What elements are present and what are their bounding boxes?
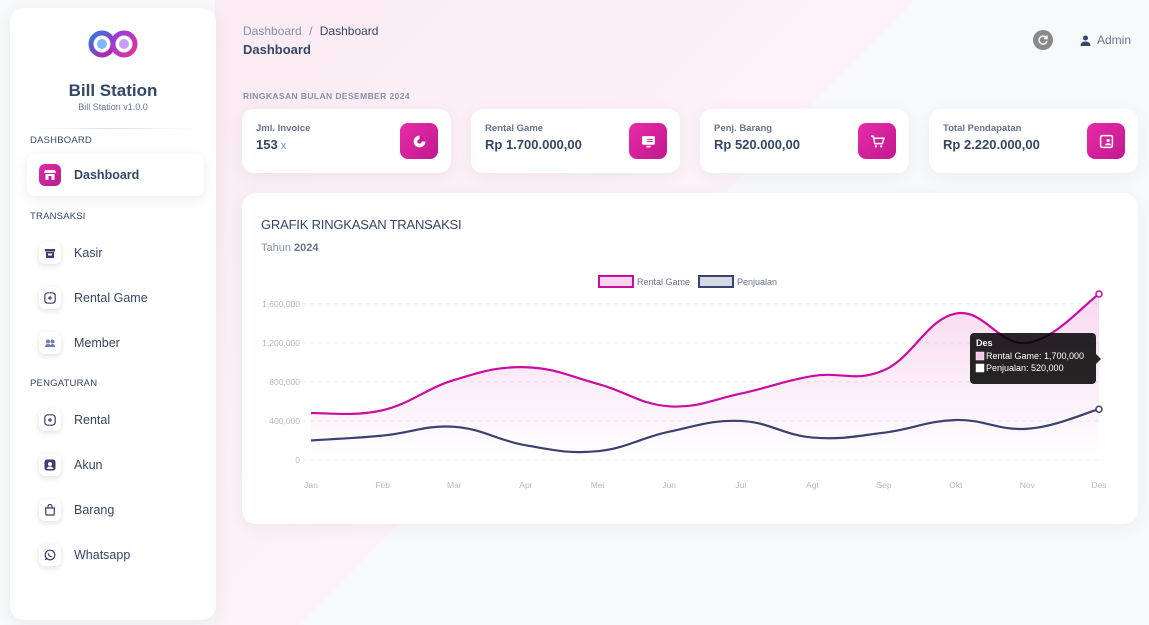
y-tick-label: 1,600,000: [262, 299, 300, 309]
x-tick-label: Apr: [519, 480, 532, 490]
legend-label: Rental Game: [637, 277, 690, 287]
x-tick-label: Feb: [375, 480, 390, 490]
sidebar-item-dashboard[interactable]: Dashboard: [27, 154, 204, 196]
x-tick-label: Okt: [949, 480, 963, 490]
stat-card-value: Rp 520.000,00: [714, 137, 801, 152]
tooltip-title: Des: [976, 338, 993, 348]
user-circle-icon: [39, 454, 61, 476]
page-title: Dashboard: [243, 42, 311, 57]
x-tick-label: Sep: [877, 480, 892, 490]
sidebar-item-label: Whatsapp: [74, 548, 131, 562]
sidebar-item-rental[interactable]: Rental: [27, 399, 204, 441]
stat-card-label: Rental Game: [485, 123, 544, 134]
y-tick-label: 800,000: [269, 377, 300, 387]
refresh-icon: [1038, 35, 1048, 45]
breadcrumb-separator: /: [309, 24, 313, 38]
x-tick-label: Nov: [1020, 480, 1036, 490]
stat-card-label: Penj. Barang: [714, 123, 773, 134]
stat-card-total-pendapatan: Total Pendapatan Rp 2.220.000,00: [929, 109, 1138, 173]
x-tick-label: Mar: [447, 480, 462, 490]
data-point: [1095, 405, 1103, 413]
legend-swatch: [698, 275, 734, 288]
sidebar-item-label: Akun: [74, 458, 103, 472]
brand-subtitle: Bill Station v1.0.0: [78, 102, 148, 112]
breadcrumb-current: Dashboard: [319, 24, 379, 38]
tooltip-line: Penjualan: 520,000: [986, 363, 1064, 373]
stat-card-value: Rp 1.700.000,00: [485, 137, 582, 152]
y-tick-label: 1,200,000: [262, 338, 300, 348]
user-menu[interactable]: Admin: [1080, 33, 1131, 47]
section-label-dashboard: DASHBOARD: [30, 135, 92, 146]
stat-card-penj-barang: Penj. Barang Rp 520.000,00: [700, 109, 909, 173]
x-tick-label: Des: [1091, 480, 1106, 490]
transaction-line-chart: 0 400,000 800,000 1,200,000 1,600,000 Jan Feb M…: [262, 275, 1107, 490]
member-icon: [39, 332, 61, 354]
stat-card-unit: x: [280, 140, 287, 152]
tooltip-swatch: [975, 351, 985, 361]
wallet-icon: [1087, 123, 1125, 159]
sidebar-item-label: Dashboard: [74, 168, 140, 182]
section-label-transaksi: TRANSAKSI: [30, 211, 86, 222]
brand-logo-icon: [88, 30, 138, 58]
sidebar-item-label: Barang: [74, 503, 115, 517]
breadcrumb: Dashboard / Dashboard: [243, 24, 378, 38]
stat-card-value: Rp 2.220.000,00: [943, 137, 1040, 152]
sidebar-item-label: Kasir: [74, 246, 103, 260]
refresh-button[interactable]: [1033, 30, 1053, 50]
sidebar-item-label: Rental Game: [74, 291, 148, 305]
brand-title: Bill Station: [68, 81, 158, 100]
whatsapp-icon: [39, 544, 61, 566]
chart-pie-icon: [400, 123, 438, 159]
sidebar-item-whatsapp[interactable]: Whatsapp: [27, 534, 204, 576]
x-tick-label: Jan: [304, 480, 318, 490]
data-point: [1095, 290, 1103, 298]
x-tick-label: Jun: [662, 480, 676, 490]
y-tick-label: 0: [295, 455, 300, 465]
x-tick-label: Mei: [591, 480, 605, 490]
legend-label: Penjualan: [737, 277, 777, 287]
store-icon: [39, 164, 61, 186]
stat-card-rental-game: Rental Game Rp 1.700.000,00: [471, 109, 680, 173]
gamepad-icon: [39, 287, 61, 309]
chart-tooltip: Des Rental Game: 1,700,000 Penjualan: 520,…: [970, 333, 1101, 384]
sidebar-item-member[interactable]: Member: [27, 322, 204, 364]
bag-icon: [39, 499, 61, 521]
section-label-pengaturan: PENGATURAN: [30, 378, 98, 389]
sidebar-item-barang[interactable]: Barang: [27, 489, 204, 531]
sidebar-item-akun[interactable]: Akun: [27, 444, 204, 486]
user-icon: [1080, 35, 1091, 46]
user-name: Admin: [1097, 33, 1132, 47]
sidebar-item-label: Rental: [74, 413, 111, 427]
summary-label: RINGKASAN BULAN DESEMBER 2024: [243, 91, 410, 101]
tooltip-swatch: [975, 363, 985, 373]
tooltip-line: Rental Game: 1,700,000: [986, 351, 1084, 361]
gamepad-icon: [39, 409, 61, 431]
monitor-icon: [629, 123, 667, 159]
cashier-icon: [39, 242, 61, 264]
sidebar-divider: [30, 128, 196, 129]
cart-icon: [858, 123, 896, 159]
sidebar-item-kasir[interactable]: Kasir: [27, 232, 204, 274]
chart-card: GRAFIK RINGKASAN TRANSAKSI Tahun 2024 04…: [242, 193, 1138, 524]
x-tick-label: Jul: [735, 480, 746, 490]
stat-card-invoice: Jml. Invoice 153 x: [242, 109, 451, 173]
stat-card-label: Total Pendapatan: [943, 123, 1022, 134]
stat-card-value: 153 x: [256, 137, 287, 152]
x-tick-label: Agt: [806, 480, 819, 490]
legend-swatch: [598, 275, 634, 288]
breadcrumb-parent-link[interactable]: Dashboard: [243, 24, 302, 38]
stat-card-label: Jml. Invoice: [256, 123, 311, 134]
y-tick-label: 400,000: [269, 416, 300, 426]
sidebar-item-label: Member: [74, 336, 120, 350]
sidebar-item-rental-game[interactable]: Rental Game: [27, 277, 204, 319]
